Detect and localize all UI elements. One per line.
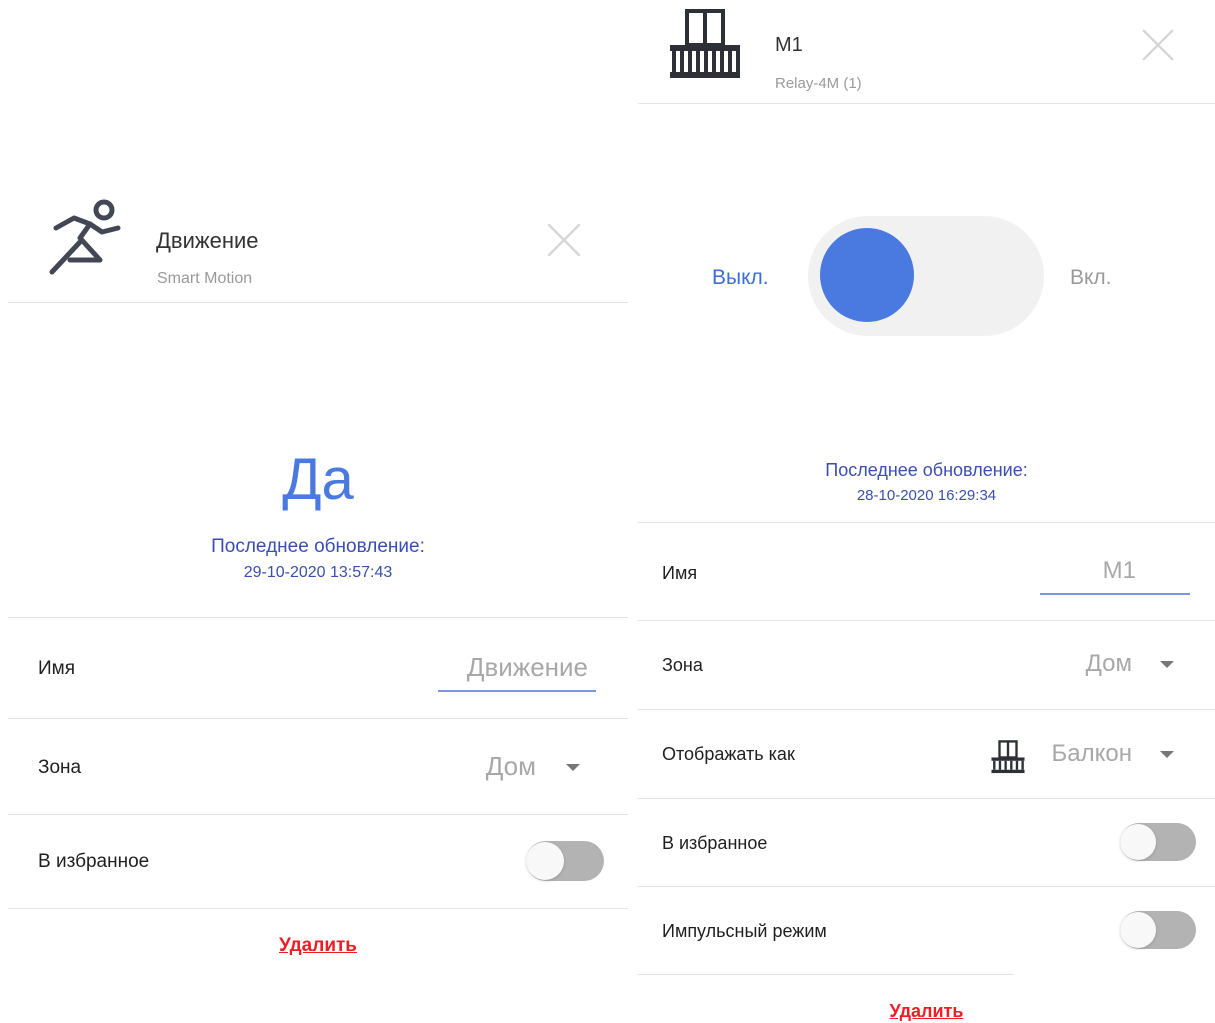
divider bbox=[8, 908, 628, 909]
name-label: Имя bbox=[662, 563, 698, 583]
sensor-state-value: Да bbox=[282, 447, 354, 512]
motion-sensor-panel: Движение Smart Motion Да Последнее обнов… bbox=[8, 178, 628, 1023]
pulse-mode-label: Импульсный режим bbox=[662, 921, 827, 941]
device-title: Движение bbox=[156, 228, 259, 253]
name-label: Имя bbox=[38, 658, 76, 679]
relay-panel: M1 Relay-4M (1) Выкл. Вкл. Последнее обн… bbox=[638, 0, 1215, 1023]
favorite-label: В избранное bbox=[38, 851, 150, 872]
switch-off-label[interactable]: Выкл. bbox=[712, 266, 769, 290]
divider bbox=[638, 709, 1215, 710]
chevron-down-icon[interactable] bbox=[1160, 751, 1174, 758]
last-update-time: 29-10-2020 13:57:43 bbox=[243, 564, 393, 581]
name-input-underline bbox=[438, 690, 596, 692]
divider bbox=[638, 103, 1215, 104]
chevron-down-icon[interactable] bbox=[566, 764, 580, 771]
divider bbox=[638, 620, 1215, 621]
divider bbox=[638, 974, 1014, 975]
display-as-select[interactable]: Балкон bbox=[1034, 740, 1132, 768]
zone-label: Зона bbox=[38, 757, 82, 778]
divider bbox=[8, 718, 628, 719]
close-icon[interactable] bbox=[546, 222, 582, 258]
close-icon[interactable] bbox=[1141, 28, 1175, 62]
divider bbox=[638, 522, 1215, 523]
last-update-label: Последнее обновление: bbox=[825, 460, 1028, 480]
running-person-icon bbox=[49, 199, 121, 275]
delete-button[interactable]: Удалить bbox=[8, 935, 628, 957]
divider bbox=[638, 886, 1215, 887]
relay-switch-thumb[interactable] bbox=[820, 228, 914, 322]
favorite-toggle[interactable] bbox=[526, 841, 604, 881]
name-input-underline bbox=[1040, 593, 1190, 595]
device-model: Smart Motion bbox=[157, 270, 253, 287]
balcony-icon bbox=[991, 740, 1025, 774]
device-title: M1 bbox=[775, 34, 803, 56]
zone-select[interactable]: Дом bbox=[438, 751, 536, 782]
favorite-toggle[interactable] bbox=[1120, 823, 1196, 861]
toggle-thumb bbox=[1120, 912, 1156, 948]
zone-label: Зона bbox=[662, 655, 703, 675]
switch-on-label[interactable]: Вкл. bbox=[1070, 266, 1112, 290]
divider bbox=[8, 814, 628, 815]
display-as-label: Отображать как bbox=[662, 744, 795, 764]
chevron-down-icon[interactable] bbox=[1160, 661, 1174, 668]
favorite-label: В избранное bbox=[662, 833, 768, 853]
pulse-mode-toggle[interactable] bbox=[1120, 911, 1196, 949]
divider bbox=[8, 617, 628, 618]
divider bbox=[8, 302, 628, 303]
name-input[interactable]: M1 bbox=[1040, 557, 1136, 585]
device-model: Relay-4M (1) bbox=[775, 75, 862, 92]
last-update-label: Последнее обновление: bbox=[211, 536, 425, 557]
last-update-time: 28-10-2020 16:29:34 bbox=[856, 487, 997, 504]
zone-select[interactable]: Дом bbox=[1034, 650, 1132, 678]
divider bbox=[638, 798, 1215, 799]
name-input[interactable]: Движение bbox=[438, 652, 588, 683]
balcony-icon bbox=[670, 9, 740, 78]
delete-button[interactable]: Удалить bbox=[638, 1001, 1215, 1022]
toggle-thumb bbox=[526, 842, 564, 880]
toggle-thumb bbox=[1120, 824, 1156, 860]
